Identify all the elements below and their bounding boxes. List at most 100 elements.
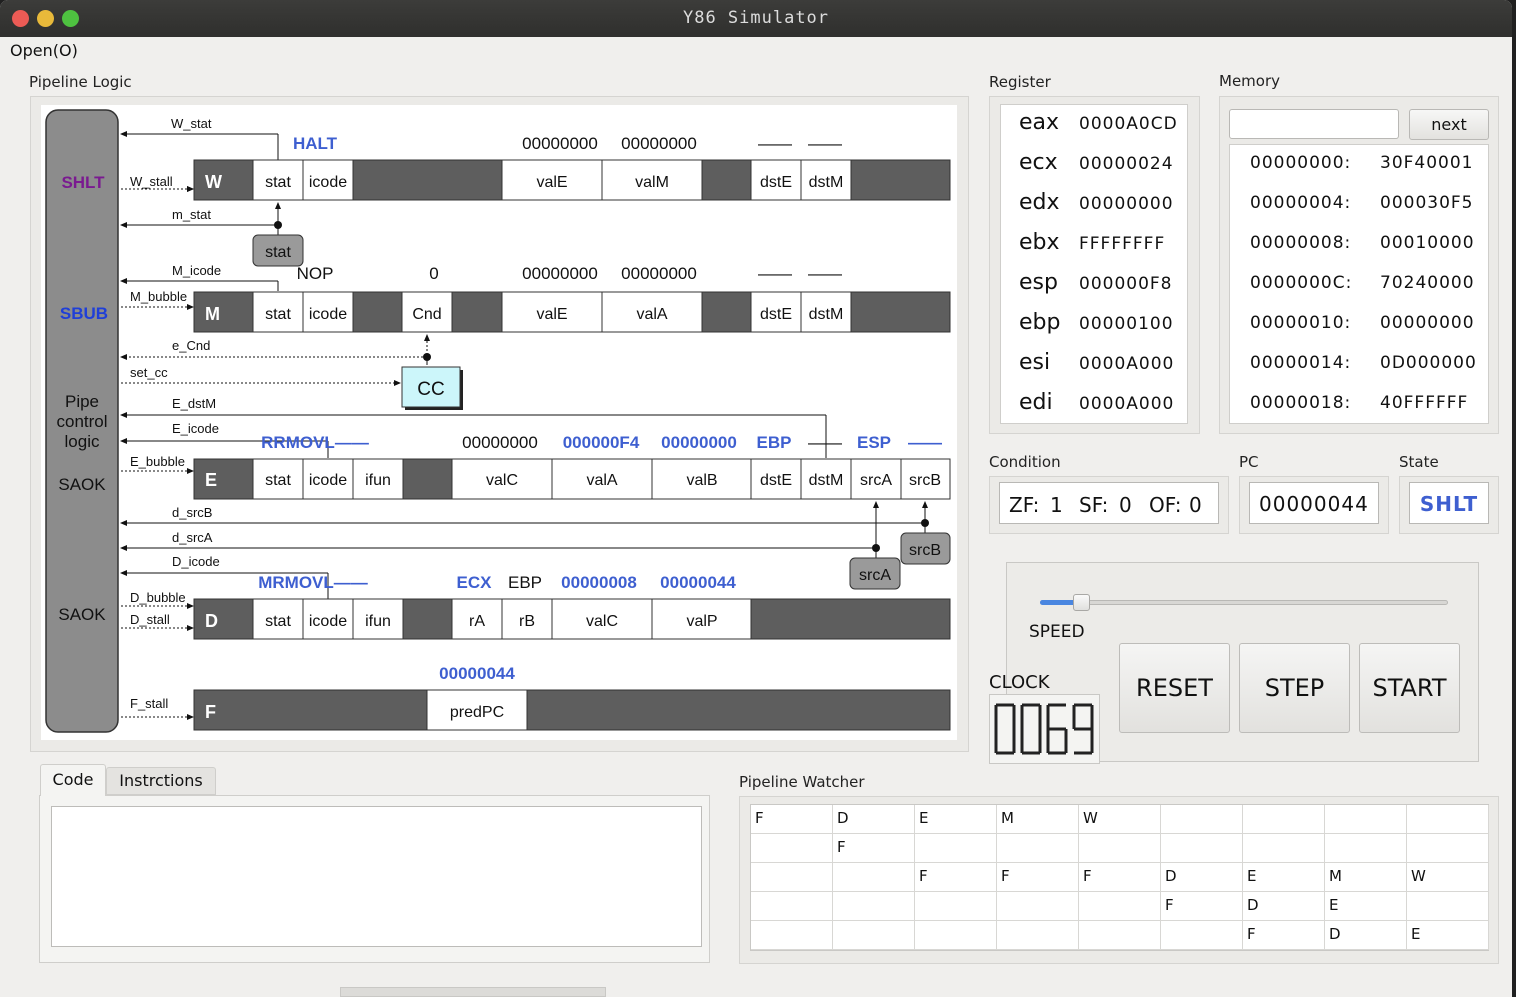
watcher-cell: D [1161,863,1243,892]
watcher-cell [833,863,915,892]
stage-m-name: M [205,304,220,324]
memory-value: 70240000 [1380,273,1475,293]
pipeline-watcher-label: Pipeline Watcher [739,773,865,791]
m-dstm-val: —— [808,264,842,283]
code-text-area[interactable] [51,806,702,947]
watcher-cell [915,921,997,950]
e-icode-cell: icode [309,472,347,489]
sig-d-srcb: d_srcB [172,505,212,520]
w-vale-val: 00000000 [522,134,598,153]
register-name: eax [1019,110,1060,135]
watcher-cell [833,892,915,921]
d-valp-val: 00000044 [660,573,736,592]
srca-unit-label: srcA [859,567,891,584]
memory-row: 00000018: 40FFFFFF [1250,393,1467,413]
memory-row: 00000000: 30F40001 [1250,153,1473,173]
speed-label: SPEED [1029,622,1085,642]
register-name: edx [1019,190,1060,215]
e-ifun-cell: ifun [365,472,391,489]
watcher-cell: F [915,863,997,892]
watcher-cell [751,892,833,921]
step-button[interactable]: STEP [1239,643,1350,733]
register-name: esi [1019,350,1051,375]
watcher-cell [751,834,833,863]
e-icode-val: RRMOVL—— [261,433,369,452]
speed-slider-track[interactable] [1040,600,1448,605]
watcher-cell [751,863,833,892]
register-value: 00000000 [1079,194,1174,214]
zf-label: ZF: [1009,493,1040,517]
m-dstm-cell: dstM [809,306,844,323]
watcher-cell [833,921,915,950]
d-icode-val: MRMOVL—— [258,573,368,592]
tab-instructions[interactable]: Instrctions [106,767,216,795]
speed-slider-handle[interactable] [1072,594,1090,611]
d-rb-val: EBP [508,573,542,592]
register-name: esp [1019,270,1058,295]
cc-label: CC [417,379,444,400]
sig-d-icode: D_icode [172,554,220,569]
register-value: 0000A0CD [1079,114,1178,134]
status-strip [340,987,606,997]
watcher-cell: F [833,834,915,863]
sig-w-stall: W_stall [130,174,173,189]
memory-label: Memory [1219,72,1281,90]
sig-d-bubble: D_bubble [130,590,186,605]
watcher-cell: F [1243,921,1325,950]
memory-address: 00000008: [1250,233,1352,253]
watcher-cell [915,892,997,921]
watcher-cell [1243,834,1325,863]
sig-set-cc: set_cc [130,365,168,380]
clock-label: CLOCK [989,672,1050,693]
watcher-cell: F [751,805,833,834]
watcher-cell [1079,892,1161,921]
watcher-cell [1407,834,1489,863]
of-value: 0 [1189,493,1202,517]
stage-d-name: D [205,611,218,631]
watcher-cell: M [1325,863,1407,892]
menu-open[interactable]: Open(O) [10,41,78,60]
memory-address: 00000000: [1250,153,1352,173]
watcher-cell: E [1407,921,1489,950]
memory-address: 00000018: [1250,393,1352,413]
tab-code[interactable]: Code [40,764,106,796]
reset-button[interactable]: RESET [1119,643,1230,733]
m-icode-val: NOP [297,264,334,283]
memory-address-input[interactable] [1229,109,1399,139]
watcher-cell: E [1243,863,1325,892]
d-ifun-cell: ifun [365,613,391,630]
menu-bar: Open(O) [0,37,1512,63]
watcher-cell: F [1161,892,1243,921]
watcher-cell [1079,921,1161,950]
e-valc-cell: valC [486,472,518,489]
d-status: SAOK [58,605,106,624]
m-vale-cell: valE [536,306,567,323]
register-value: 00000024 [1079,154,1174,174]
d-rb-cell: rB [519,613,535,630]
e-dste-cell: dstE [760,472,792,489]
m-stat-cell: stat [265,306,291,323]
e-dstm-cell: dstM [809,472,844,489]
w-icode-val: HALT [293,134,338,153]
sig-e-icode: E_icode [172,421,219,436]
title-bar: Y86 Simulator [0,0,1512,37]
watcher-cell [1407,805,1489,834]
m-vala-cell: valA [636,306,667,323]
memory-value: 000030F5 [1380,193,1474,213]
state-value: SHLT [1409,482,1489,524]
sig-d-srca: d_srcA [172,530,213,545]
watcher-cell: D [1325,921,1407,950]
watcher-cell [1161,805,1243,834]
sf-label: SF: [1079,493,1109,517]
pipeline-diagram: SHLT SBUB Pipe control logic SAOK SAOK W… [41,105,957,740]
e-valb-cell: valB [686,472,717,489]
memory-value: 30F40001 [1380,153,1474,173]
pipe-label-1: Pipe [65,392,99,411]
register-value: 00000100 [1079,314,1174,334]
stat-unit-label: stat [265,244,291,261]
w-valm-cell: valM [635,174,669,191]
memory-next-button[interactable]: next [1409,109,1489,140]
start-button[interactable]: START [1359,643,1460,733]
register-label: Register [989,73,1051,91]
d-icode-cell: icode [309,613,347,630]
